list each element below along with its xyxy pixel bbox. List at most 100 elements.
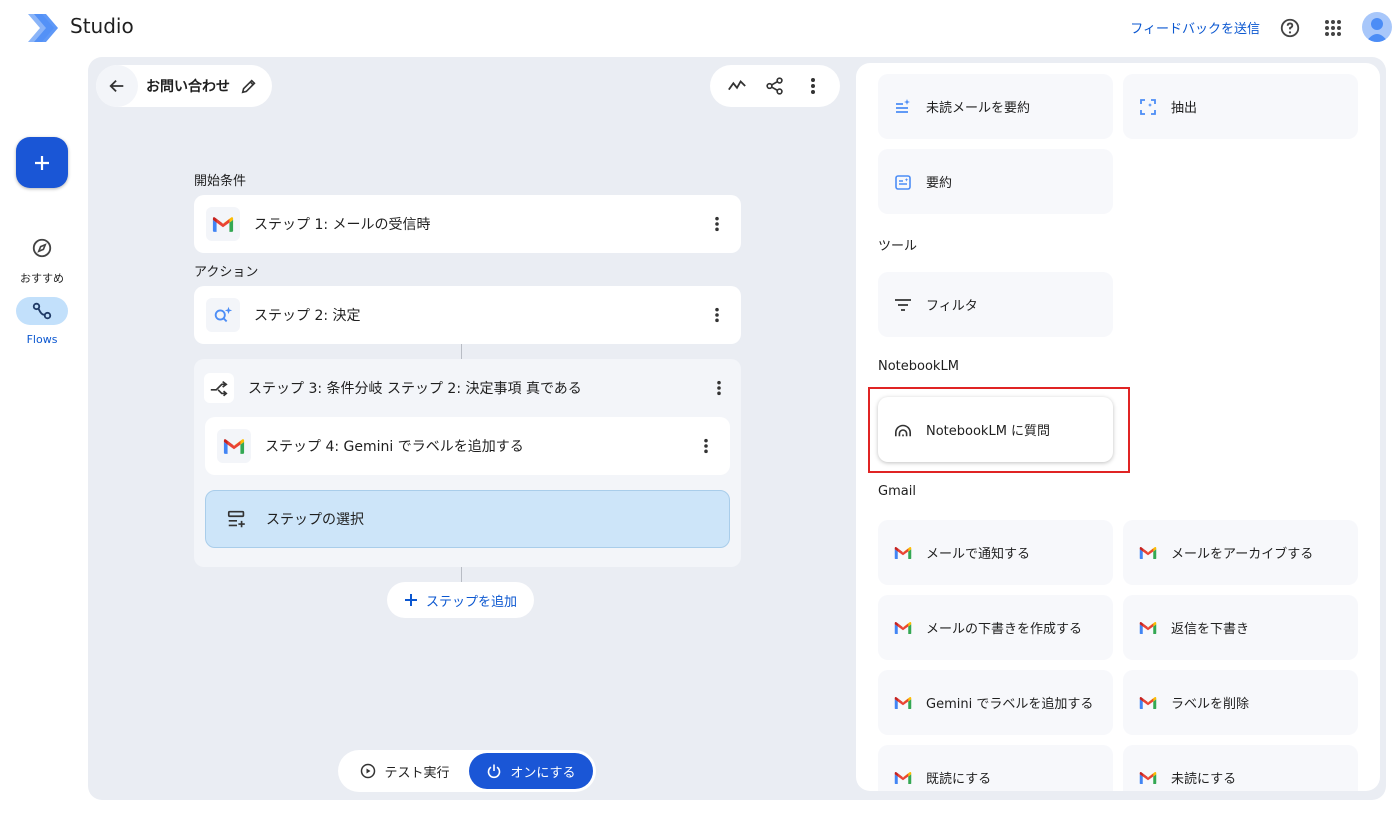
action-section-label: アクション bbox=[194, 265, 259, 280]
navigation-rail: おすすめ Flows bbox=[0, 56, 84, 817]
tile-label: メールで通知する bbox=[926, 547, 1031, 562]
turn-on-button[interactable]: オンにする bbox=[469, 753, 593, 789]
tile-label: 要約 bbox=[926, 176, 953, 191]
flows-icon bbox=[16, 297, 68, 325]
step-connector bbox=[461, 344, 462, 359]
help-icon[interactable] bbox=[1276, 14, 1304, 42]
step-label: ステップ 3: 条件分岐 ステップ 2: 決定事項 真である bbox=[248, 381, 582, 397]
gmail-icon bbox=[894, 619, 912, 637]
add-step-slot-icon bbox=[227, 510, 245, 528]
step-library-panel: 未読メールを要約 抽出 要約 ツール フィルタ NotebookLM Noteb… bbox=[856, 63, 1380, 791]
tile-draft-reply[interactable]: 返信を下書き bbox=[1123, 595, 1358, 660]
gemini-decide-icon bbox=[206, 298, 240, 332]
tile-label: 既読にする bbox=[926, 772, 992, 787]
more-vert-icon[interactable] bbox=[705, 303, 729, 327]
select-step-label: ステップの選択 bbox=[266, 512, 364, 528]
app-header: Studio フィードバックを送信 bbox=[0, 0, 1400, 56]
create-button[interactable] bbox=[16, 137, 68, 188]
summarize-icon bbox=[894, 173, 912, 191]
rail-item-label: Flows bbox=[26, 333, 58, 346]
flow-actions-bar bbox=[710, 65, 840, 107]
tile-label: NotebookLM に質問 bbox=[926, 424, 1051, 439]
gmail-icon bbox=[894, 544, 912, 562]
tile-summarize[interactable]: 要約 bbox=[878, 149, 1113, 214]
branch-step-card: ステップ 3: 条件分岐 ステップ 2: 決定事項 真である ステップ 4: G… bbox=[194, 359, 741, 567]
tile-notify-email[interactable]: メールで通知する bbox=[878, 520, 1113, 585]
more-vert-icon[interactable] bbox=[707, 376, 731, 400]
tile-gemini-add-label[interactable]: Gemini でラベルを追加する bbox=[878, 670, 1113, 735]
step-label: ステップ 2: 決定 bbox=[254, 308, 361, 324]
studio-logo-icon[interactable] bbox=[24, 10, 60, 46]
gmail-heading: Gmail bbox=[878, 484, 916, 499]
turn-on-label: オンにする bbox=[510, 765, 576, 781]
add-step-button[interactable]: ステップを追加 bbox=[387, 582, 534, 618]
tile-label: Gemini でラベルを追加する bbox=[926, 697, 1094, 712]
tile-summarize-unread[interactable]: 未読メールを要約 bbox=[878, 74, 1113, 139]
rail-item-label: おすすめ bbox=[20, 272, 64, 285]
gmail-icon bbox=[1139, 619, 1157, 637]
step-card-4[interactable]: ステップ 4: Gemini でラベルを追加する bbox=[205, 417, 730, 475]
more-vert-icon[interactable] bbox=[798, 71, 828, 101]
gmail-icon bbox=[206, 207, 240, 241]
step-label: ステップ 1: メールの受信時 bbox=[254, 217, 431, 233]
rail-item-flows[interactable]: Flows bbox=[0, 297, 84, 346]
tile-remove-label[interactable]: ラベルを削除 bbox=[1123, 670, 1358, 735]
test-run-button[interactable]: テスト実行 bbox=[341, 753, 469, 789]
apps-grid-icon[interactable] bbox=[1319, 14, 1347, 42]
tile-label: ラベルを削除 bbox=[1171, 697, 1250, 712]
plus-icon bbox=[35, 155, 49, 170]
gmail-icon bbox=[217, 429, 251, 463]
play-circle-icon bbox=[361, 763, 376, 779]
more-vert-icon[interactable] bbox=[694, 434, 718, 458]
tile-label: フィルタ bbox=[926, 299, 978, 314]
tile-label: 未読にする bbox=[1171, 772, 1237, 787]
feedback-link[interactable]: フィードバックを送信 bbox=[1130, 18, 1260, 37]
tile-ask-notebooklm[interactable]: NotebookLM に質問 bbox=[878, 397, 1113, 462]
notebooklm-heading: NotebookLM bbox=[878, 359, 959, 374]
select-step-placeholder[interactable]: ステップの選択 bbox=[205, 490, 730, 548]
notebooklm-icon bbox=[894, 421, 912, 439]
step-card-2[interactable]: ステップ 2: 決定 bbox=[194, 286, 741, 344]
branch-icon bbox=[204, 373, 234, 403]
test-run-label: テスト実行 bbox=[384, 765, 450, 781]
gmail-icon bbox=[894, 694, 912, 712]
tile-filter[interactable]: フィルタ bbox=[878, 272, 1113, 337]
step-connector bbox=[461, 567, 462, 582]
more-vert-icon[interactable] bbox=[705, 212, 729, 236]
gmail-icon bbox=[894, 769, 912, 787]
tile-mark-unread[interactable]: 未読にする bbox=[1123, 745, 1358, 791]
trigger-section-label: 開始条件 bbox=[194, 174, 247, 189]
tile-label: 未読メールを要約 bbox=[926, 101, 1031, 116]
gmail-icon bbox=[1139, 544, 1157, 562]
gmail-icon bbox=[1139, 769, 1157, 787]
tools-heading: ツール bbox=[878, 239, 918, 254]
power-icon bbox=[488, 764, 501, 779]
activity-icon[interactable] bbox=[722, 71, 752, 101]
step-card-1[interactable]: ステップ 1: メールの受信時 bbox=[194, 195, 741, 253]
tile-label: 返信を下書き bbox=[1171, 622, 1250, 637]
back-button[interactable] bbox=[96, 65, 138, 107]
flow-title-bar: お問い合わせ bbox=[96, 65, 272, 107]
pencil-icon[interactable] bbox=[240, 77, 258, 95]
step-card-3[interactable]: ステップ 3: 条件分岐 ステップ 2: 決定事項 真である bbox=[204, 369, 731, 407]
plus-icon bbox=[404, 594, 417, 606]
run-controls: テスト実行 オンにする bbox=[338, 750, 596, 792]
rail-item-recommended[interactable]: おすすめ bbox=[0, 234, 84, 286]
tile-archive-email[interactable]: メールをアーカイブする bbox=[1123, 520, 1358, 585]
tile-extract[interactable]: 抽出 bbox=[1123, 74, 1358, 139]
compass-icon bbox=[16, 234, 68, 262]
app-title: Studio bbox=[70, 14, 134, 38]
avatar[interactable] bbox=[1362, 12, 1392, 42]
summarize-unread-icon bbox=[894, 98, 912, 116]
tile-mark-read[interactable]: 既読にする bbox=[878, 745, 1113, 791]
add-step-label: ステップを追加 bbox=[425, 594, 517, 610]
extract-icon bbox=[1139, 98, 1157, 116]
flow-name[interactable]: お問い合わせ bbox=[138, 65, 272, 107]
tile-draft-email[interactable]: メールの下書きを作成する bbox=[878, 595, 1113, 660]
filter-icon bbox=[894, 296, 912, 314]
arrow-left-icon bbox=[109, 79, 124, 93]
tile-label: 抽出 bbox=[1171, 101, 1198, 116]
share-icon[interactable] bbox=[760, 71, 790, 101]
flow-name-text: お問い合わせ bbox=[146, 79, 230, 95]
step-label: ステップ 4: Gemini でラベルを追加する bbox=[265, 439, 524, 455]
